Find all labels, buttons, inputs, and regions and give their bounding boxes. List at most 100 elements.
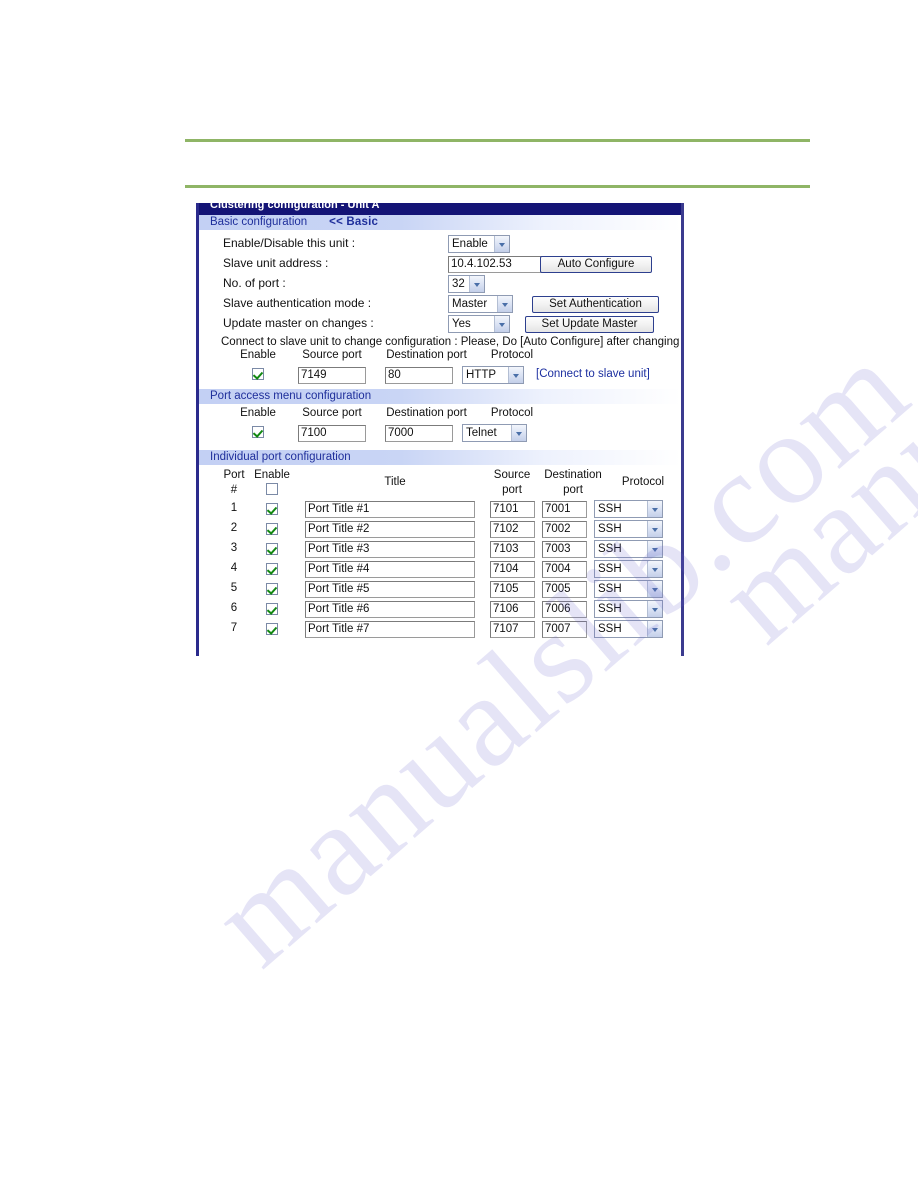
checkbox-port-enable[interactable] [249,583,295,595]
select-no-of-port[interactable]: 32 [448,275,485,293]
input-port-source-port[interactable]: 7101 [490,501,535,518]
auto-configure-button[interactable]: Auto Configure [540,256,652,273]
row-update-master-on-changes: Update master on changes : Yes Set Updat… [199,315,681,335]
label-no-of-port: No. of port : [223,276,286,290]
watermark-text-2: manualslib.com [691,9,918,669]
checkbox-select-all-ports[interactable] [249,483,295,495]
select-update-master-on-changes[interactable]: Yes [448,315,510,333]
input-port-title[interactable]: Port Title #2 [305,521,475,538]
input-port-destination-port[interactable]: 7003 [542,541,587,558]
select-port-protocol-value: SSH [598,543,622,555]
header-enable: Enable [240,349,276,361]
input-port-title[interactable]: Port Title #6 [305,601,475,618]
input-port-destination-port[interactable]: 7005 [542,581,587,598]
header-destination-line2: port [563,484,583,496]
header-protocol: Protocol [621,476,665,488]
section-title-port-access: Port access menu configuration [210,390,372,402]
chevron-down-icon [469,276,484,292]
input-port-source-port[interactable]: 7105 [490,581,535,598]
label-slave-authentication-mode: Slave authentication mode : [223,296,372,310]
input-slave-unit-address[interactable]: 10.4.102.53 [448,256,548,273]
select-port-protocol[interactable]: SSH [594,560,663,578]
checkbox-icon [266,583,278,595]
input-port-title[interactable]: Port Title #7 [305,621,475,638]
checkbox-icon [266,543,278,555]
port-number: 7 [230,622,238,634]
section-title-basic: Basic configuration [210,216,308,228]
checkbox-port-enable[interactable] [249,623,295,635]
chevron-down-icon [508,367,523,383]
window-titlebar: Clustering configuration - Unit A [199,203,681,215]
checkbox-icon [266,563,278,575]
header-destination-line1: Destination [544,469,602,481]
select-port-protocol[interactable]: SSH [594,580,663,598]
select-port-protocol[interactable]: SSH [594,520,663,538]
chevron-down-icon [647,501,662,517]
select-slave-authentication-mode[interactable]: Master [448,295,513,313]
chevron-down-icon [647,581,662,597]
basic-connection-row: 7149 80 HTTP [Connect to slave unit] [199,366,681,386]
checkbox-port-enable[interactable] [249,543,295,555]
input-port-destination-port[interactable]: 7006 [542,601,587,618]
input-basic-source-port[interactable]: 7149 [298,367,366,384]
input-port-source-port[interactable]: 7104 [490,561,535,578]
select-basic-protocol[interactable]: HTTP [462,366,524,384]
select-enable-disable-unit-value: Enable [452,238,488,250]
chevron-down-icon [494,236,509,252]
window-title: Clustering configuration - Unit A [210,203,380,211]
checkbox-icon [266,623,278,635]
connect-to-slave-unit-link[interactable]: [Connect to slave unit] [536,368,650,380]
input-port-destination-port[interactable]: 7004 [542,561,587,578]
basic-configuration-rows: Enable/Disable this unit : Enable Slave … [199,230,681,386]
select-port-protocol[interactable]: SSH [594,600,663,618]
individual-port-rows: 1 Port Title #1 7101 7001 SSH 2 Port Title #2 7… [199,499,681,639]
table-row: 7 Port Title #7 7107 7007 SSH [199,619,681,639]
section-header-individual-port: Individual port configuration [199,450,681,465]
chevron-down-icon [647,521,662,537]
select-no-of-port-value: 32 [452,278,465,290]
select-port-protocol-value: SSH [598,563,622,575]
label-update-master-on-changes: Update master on changes : [223,316,374,330]
checkbox-icon [266,523,278,535]
input-port-destination-port[interactable]: 7007 [542,621,587,638]
input-port-access-destination-port[interactable]: 7000 [385,425,453,442]
checkbox-port-enable[interactable] [249,503,295,515]
checkbox-port-enable[interactable] [249,563,295,575]
select-port-protocol[interactable]: SSH [594,500,663,518]
chevron-down-icon [647,541,662,557]
input-basic-destination-port[interactable]: 80 [385,367,453,384]
input-port-source-port[interactable]: 7107 [490,621,535,638]
set-authentication-button[interactable]: Set Authentication [532,296,659,313]
checkbox-basic-enable[interactable] [252,368,264,380]
input-port-source-port[interactable]: 7106 [490,601,535,618]
table-row: 5 Port Title #5 7105 7005 SSH [199,579,681,599]
header-enable: Enable [254,469,290,481]
input-port-destination-port[interactable]: 7001 [542,501,587,518]
checkbox-port-enable[interactable] [249,523,295,535]
select-port-protocol[interactable]: SSH [594,620,663,638]
input-port-source-port[interactable]: 7103 [490,541,535,558]
row-no-of-port: No. of port : 32 [199,275,681,295]
select-enable-disable-unit[interactable]: Enable [448,235,510,253]
select-port-protocol[interactable]: SSH [594,540,663,558]
chevron-down-icon [647,601,662,617]
input-port-destination-port[interactable]: 7002 [542,521,587,538]
input-port-title[interactable]: Port Title #5 [305,581,475,598]
chevron-down-icon [494,316,509,332]
checkbox-port-access-enable[interactable] [252,426,264,438]
input-port-source-port[interactable]: 7102 [490,521,535,538]
chevron-down-icon [497,296,512,312]
select-port-access-protocol[interactable]: Telnet [462,424,527,442]
input-port-title[interactable]: Port Title #3 [305,541,475,558]
input-port-access-source-port[interactable]: 7100 [298,425,366,442]
header-title: Title [384,476,406,488]
checkbox-icon [252,368,264,380]
section-title-individual-port: Individual port configuration [210,451,351,463]
checkbox-port-enable[interactable] [249,603,295,615]
individual-port-table-header: Port # Enable Title Source port Destinat… [199,465,681,499]
port-access-table: Enable Source port Destination port Prot… [199,404,681,444]
input-port-title[interactable]: Port Title #4 [305,561,475,578]
page-rule-bottom [185,185,810,188]
set-update-master-button[interactable]: Set Update Master [525,316,654,333]
input-port-title[interactable]: Port Title #1 [305,501,475,518]
